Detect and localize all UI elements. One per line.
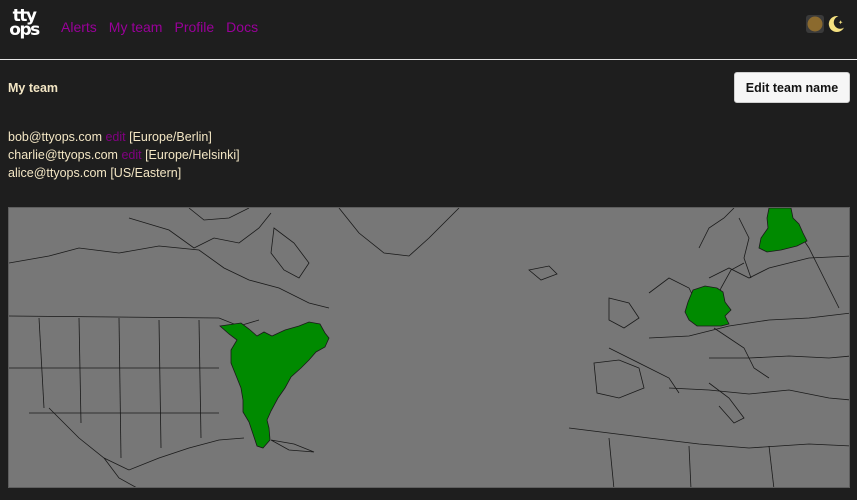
member-timezone: [US/Eastern] (110, 166, 182, 180)
member-email: alice@ttyops.com (8, 166, 107, 180)
member-email: bob@ttyops.com (8, 130, 102, 144)
nav-profile[interactable]: Profile (174, 19, 214, 35)
logo-line-2: ops (9, 20, 40, 40)
light-mode-button[interactable] (806, 15, 824, 33)
member-edit-link[interactable]: edit (121, 148, 141, 162)
edit-team-name-button[interactable]: Edit team name (734, 72, 850, 103)
moon-icon[interactable] (827, 15, 845, 33)
member-edit-link[interactable]: edit (105, 130, 125, 144)
top-navigation: tty ops Alerts My team Profile Docs (0, 0, 857, 58)
team-member-list: bob@ttyops.com edit [Europe/Berlin] char… (8, 129, 240, 183)
page-title: My team (8, 81, 59, 95)
sun-icon (807, 16, 823, 32)
header-divider (0, 59, 857, 60)
main-nav: Alerts My team Profile Docs (61, 19, 258, 35)
team-member-row: alice@ttyops.com [US/Eastern] (8, 165, 240, 183)
team-member-row: charlie@ttyops.com edit [Europe/Helsinki… (8, 147, 240, 165)
nav-my-team[interactable]: My team (109, 19, 163, 35)
theme-toggle[interactable] (806, 15, 845, 33)
ttyops-logo[interactable]: tty ops (9, 8, 40, 40)
nav-alerts[interactable]: Alerts (61, 19, 97, 35)
world-map-svg (9, 208, 849, 487)
nav-docs[interactable]: Docs (226, 19, 258, 35)
team-member-row: bob@ttyops.com edit [Europe/Berlin] (8, 129, 240, 147)
member-email: charlie@ttyops.com (8, 148, 118, 162)
timezone-map[interactable] (8, 207, 850, 488)
member-timezone: [Europe/Berlin] (129, 130, 212, 144)
member-timezone: [Europe/Helsinki] (145, 148, 240, 162)
